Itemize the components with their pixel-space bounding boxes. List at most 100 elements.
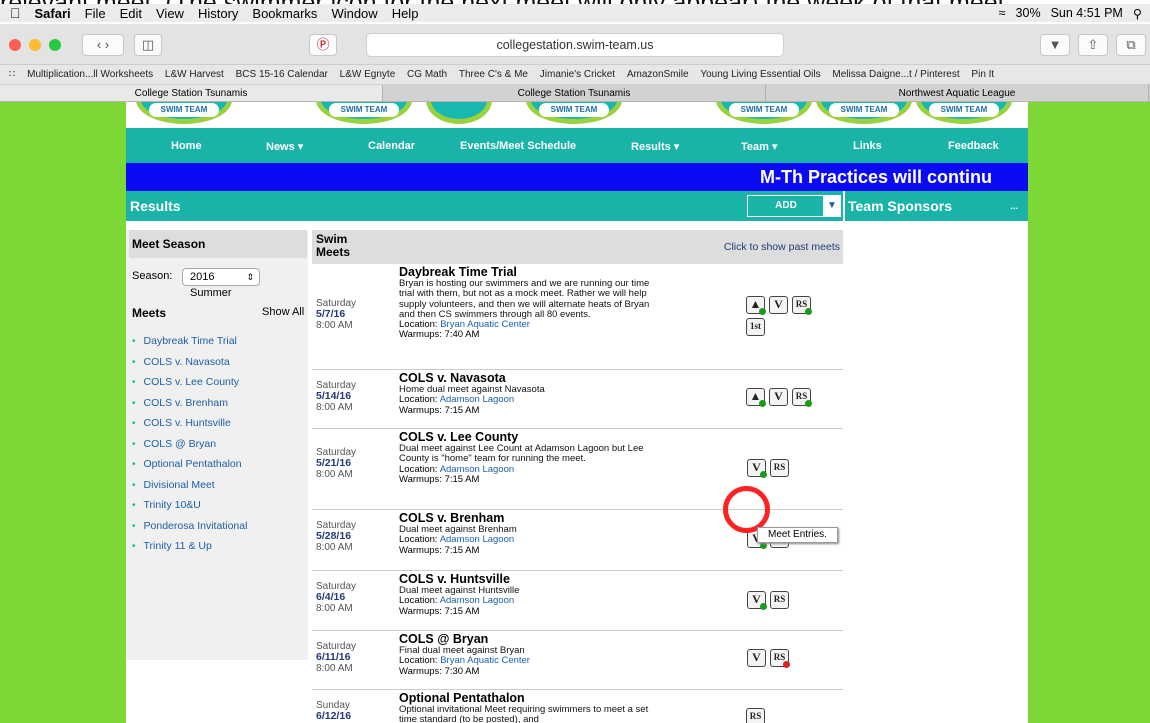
url-field[interactable]: collegestation.swim-team.us [366, 33, 784, 57]
meet-season-header: Meet Season [129, 230, 307, 258]
bookmark-item[interactable]: Young Living Essential Oils [700, 69, 820, 80]
tabs-icon[interactable]: ⧉ [1116, 34, 1146, 56]
volunteer-icon[interactable]: V [747, 649, 766, 667]
location-link[interactable]: Adamson Lagoon [440, 534, 514, 545]
results-icon[interactable]: RS [770, 649, 790, 668]
back-forward-button[interactable]: ‹ › [82, 34, 124, 56]
meet-row: Saturday 6/4/16 8:00 AM COLS v. Huntsville… [312, 571, 843, 631]
volunteer-icon[interactable]: V [747, 459, 767, 478]
meet-date: Saturday 5/28/16 8:00 AM [316, 520, 357, 553]
volunteer-icon[interactable]: V [769, 296, 788, 314]
tab-tsunamis-1[interactable]: College Station Tsunamis [0, 85, 383, 101]
tab-northwest[interactable]: Northwest Aquatic League [766, 85, 1149, 101]
meet-link[interactable]: Trinity 11 & Up [132, 536, 247, 557]
meet-row: Saturday 6/11/16 8:00 AM COLS @ Bryan Fina… [312, 631, 843, 690]
announcement-marquee: M-Th Practices will continu [126, 163, 1028, 191]
team-logo: SWIM TEAM [136, 102, 232, 124]
bookmark-item[interactable]: AmazonSmile [627, 69, 689, 80]
meet-link[interactable]: COLS v. Lee County [132, 372, 247, 393]
menu-app[interactable]: Safari [35, 6, 71, 21]
nav-events[interactable]: Events/Meet Schedule [460, 140, 576, 152]
location-link[interactable]: Adamson Lagoon [440, 464, 514, 475]
nav-feedback[interactable]: Feedback [948, 140, 999, 152]
share-icon[interactable]: ⇧ [1078, 34, 1108, 56]
meet-link[interactable]: COLS v. Huntsville [132, 413, 247, 434]
zoom-window-icon[interactable] [49, 39, 61, 51]
nav-team[interactable]: Team ▾ [741, 140, 778, 153]
downloads-icon[interactable]: ▼ [1040, 34, 1070, 56]
pinterest-icon[interactable]: Ⓟ [309, 34, 337, 56]
results-icon[interactable]: RS [792, 296, 812, 315]
meet-link[interactable]: COLS @ Bryan [132, 434, 247, 455]
sponsors-more-button[interactable]: ... [1010, 191, 1018, 221]
wifi-icon[interactable]: ≈ [999, 6, 1006, 20]
battery-label[interactable]: 30% [1016, 6, 1041, 20]
add-button[interactable]: ADD [747, 195, 825, 217]
bookmarks-grid-icon[interactable]: ∷ [9, 69, 15, 80]
highlight-circle [723, 486, 770, 533]
results-icon[interactable]: RS [792, 388, 812, 407]
meet-date: Sunday 6/12/16 [316, 700, 352, 722]
menu-view[interactable]: View [156, 6, 184, 21]
results-icon[interactable]: RS [746, 708, 765, 723]
meet-warmups: Warmups: 7:15 AM [399, 404, 480, 416]
bookmark-item[interactable]: Pin It [971, 69, 994, 80]
add-dropdown-icon[interactable]: ▼ [823, 195, 841, 217]
sponsors-header: Team Sponsors... [845, 191, 1028, 221]
bookmark-item[interactable]: CG Math [407, 69, 447, 80]
nav-home[interactable]: Home [171, 140, 202, 152]
nav-calendar[interactable]: Calendar [368, 140, 415, 152]
results-header: Results [126, 191, 843, 221]
bookmark-item[interactable]: L&W Egnyte [340, 69, 396, 80]
location-link[interactable]: Adamson Lagoon [440, 595, 514, 606]
results-icon[interactable]: RS [770, 459, 789, 477]
bookmark-item[interactable]: Three C's & Me [459, 69, 528, 80]
bookmark-item[interactable]: Jimanie's Cricket [540, 69, 615, 80]
season-select[interactable]: 2016 Summer ⇕ [182, 268, 260, 299]
meet-link[interactable]: Ponderosa Invitational [132, 516, 248, 537]
meet-link[interactable]: Optional Pentathalon [132, 454, 247, 475]
results-icon[interactable]: RS [770, 591, 789, 609]
menu-window[interactable]: Window [331, 6, 377, 21]
meet-warmups: Warmups: 7:15 AM [399, 544, 480, 556]
nav-news[interactable]: News ▾ [266, 140, 303, 153]
close-window-icon[interactable] [9, 39, 21, 51]
meet-sidebar: Meet Season Season: 2016 Summer ⇕ Meets S… [126, 230, 308, 660]
tab-strip: College Station Tsunamis College Station… [0, 85, 1150, 102]
menu-file[interactable]: File [85, 6, 106, 21]
bookmark-item[interactable]: Melissa Daigne...t / Pinterest [832, 69, 959, 80]
meet-row: Sunday 6/12/16 Optional Pentathalon Optio… [312, 690, 843, 723]
meet-date: Saturday 6/11/16 8:00 AM [316, 641, 357, 674]
bookmark-item[interactable]: L&W Harvest [165, 69, 224, 80]
meet-date: Saturday 5/14/16 8:00 AM [316, 380, 357, 413]
minimize-window-icon[interactable] [29, 39, 41, 51]
first-place-icon[interactable]: 1st [746, 318, 765, 336]
meet-link[interactable]: Divisional Meet [132, 475, 247, 496]
meet-link[interactable]: COLS v. Brenham [132, 393, 247, 414]
meet-entries-icon[interactable]: ▲ [746, 296, 766, 315]
bookmark-item[interactable]: Multiplication...ll Worksheets [27, 69, 153, 80]
search-icon[interactable]: ⚲ [1133, 6, 1142, 21]
meet-warmups: Warmups: 7:15 AM [399, 605, 480, 617]
volunteer-icon[interactable]: V [747, 591, 767, 610]
nav-links[interactable]: Links [853, 140, 882, 152]
meet-link[interactable]: Trinity 10&U [132, 495, 247, 516]
menu-help[interactable]: Help [392, 6, 419, 21]
apple-icon[interactable]:  [10, 5, 21, 21]
volunteer-icon[interactable]: V [769, 388, 788, 406]
location-link[interactable]: Bryan Aquatic Center [440, 655, 530, 666]
sidebar-icon[interactable]: ◫ [134, 34, 162, 56]
show-past-meets-link[interactable]: Click to show past meets [724, 241, 840, 253]
menu-edit[interactable]: Edit [120, 6, 142, 21]
meet-entries-icon[interactable]: ▲ [746, 388, 766, 407]
meet-link[interactable]: COLS v. Navasota [132, 352, 247, 373]
location-link[interactable]: Adamson Lagoon [440, 394, 514, 405]
bookmark-item[interactable]: BCS 15-16 Calendar [236, 69, 328, 80]
meet-link[interactable]: Daybreak Time Trial [132, 331, 247, 352]
menu-history[interactable]: History [198, 6, 238, 21]
nav-results[interactable]: Results ▾ [631, 140, 679, 153]
menu-bookmarks[interactable]: Bookmarks [252, 6, 317, 21]
show-all-link[interactable]: Show All [262, 306, 304, 318]
tab-tsunamis-2[interactable]: College Station Tsunamis [383, 85, 766, 101]
clock[interactable]: Sun 4:51 PM [1051, 6, 1123, 20]
